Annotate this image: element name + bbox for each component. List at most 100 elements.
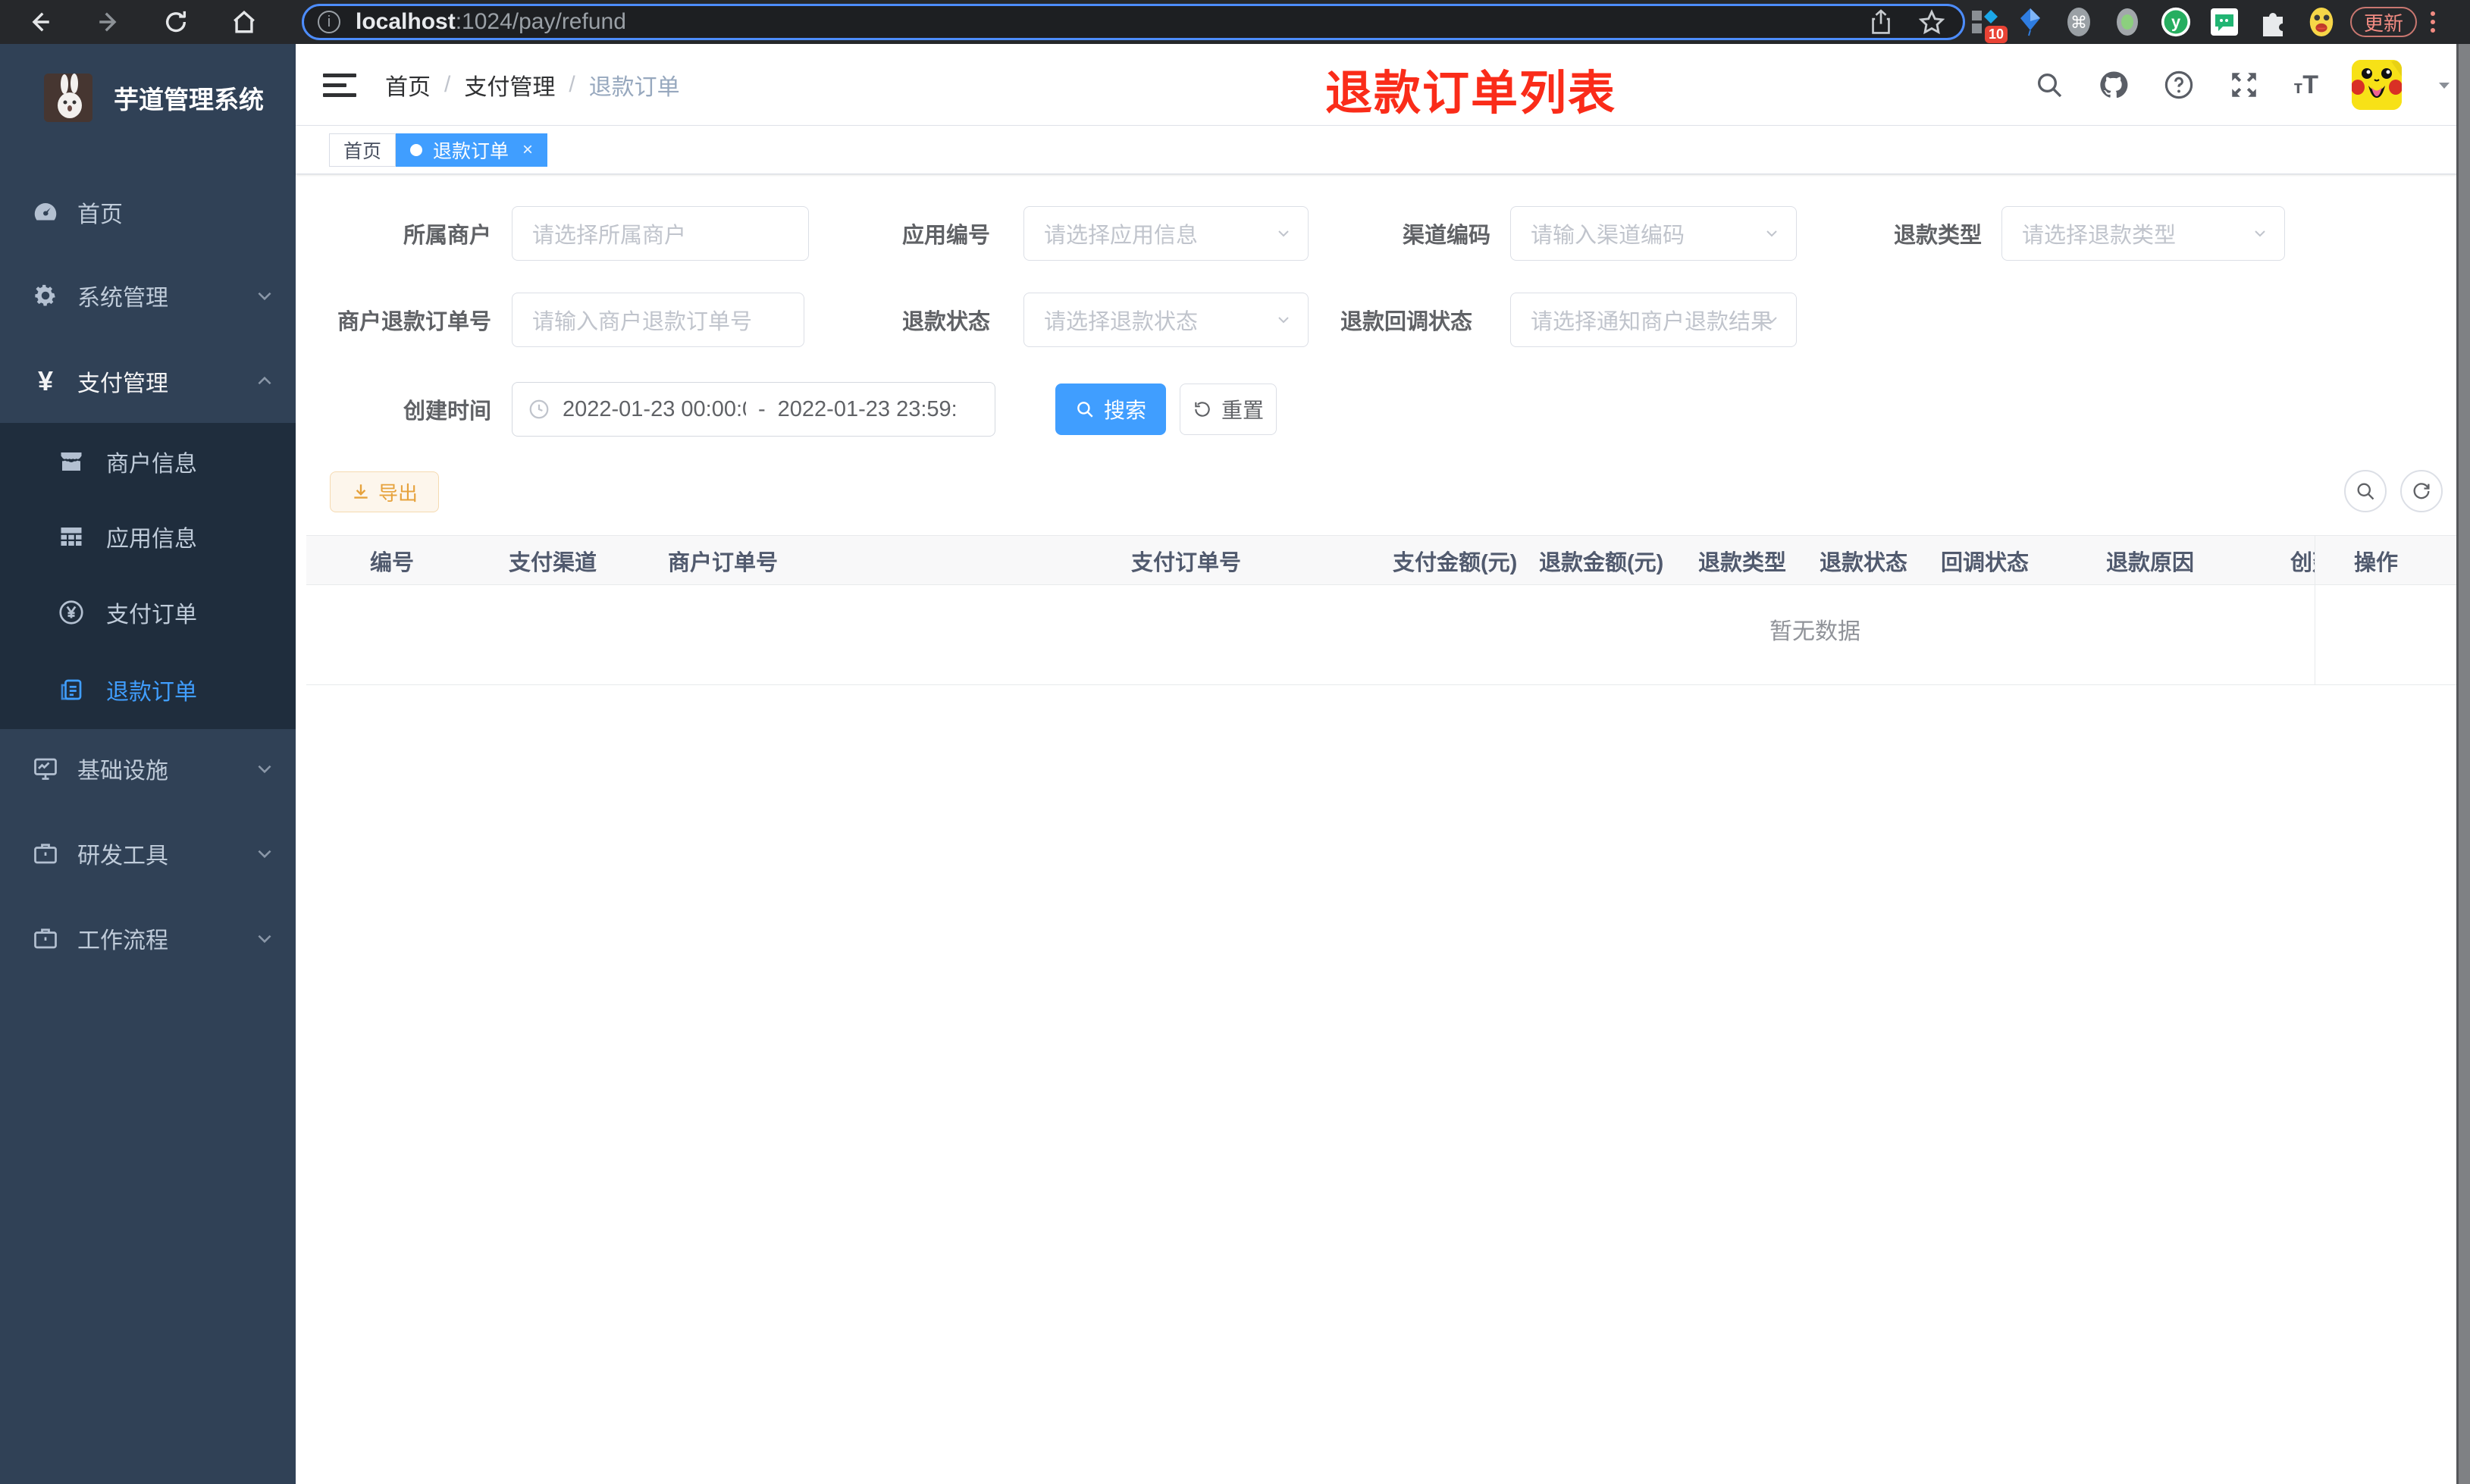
sidebar-item-app-info[interactable]: 应用信息	[0, 499, 296, 575]
col-pay-channel[interactable]: 支付渠道	[509, 536, 597, 586]
help-icon[interactable]	[2163, 69, 2195, 101]
end-date-value[interactable]: 2022-01-23 23:59:59	[778, 397, 958, 422]
sidebar-item-dev-tools[interactable]: 研发工具	[0, 812, 296, 895]
extension-dot-icon[interactable]	[2112, 7, 2142, 37]
chevron-down-icon	[255, 286, 274, 305]
svg-text:⌘: ⌘	[2070, 14, 2087, 33]
notify-status-select[interactable]: 请选择通知商户退款结果	[1510, 293, 1797, 347]
merchant-input[interactable]: 请选择所属商户	[512, 206, 809, 261]
share-icon[interactable]	[1869, 9, 1893, 35]
site-info-icon[interactable]: i	[318, 11, 340, 33]
browser-back-icon[interactable]	[21, 0, 58, 44]
sidebar-item-workflow[interactable]: 工作流程	[0, 897, 296, 980]
sidebar-item-pay-order[interactable]: 支付订单	[0, 575, 296, 650]
channel-select[interactable]: 请输入渠道编码	[1510, 206, 1797, 261]
start-date-value[interactable]: 2022-01-23 00:00:00	[563, 397, 746, 422]
col-refund-type[interactable]: 退款类型	[1698, 536, 1786, 586]
font-size-icon[interactable]: тT	[2293, 70, 2318, 100]
refresh-button[interactable]	[2400, 470, 2443, 512]
chevron-down-icon	[1274, 224, 1293, 243]
bookmark-star-icon[interactable]	[1919, 9, 1945, 35]
logo-image	[44, 74, 92, 122]
col-pay-order-no[interactable]: 支付订单号	[1131, 536, 1241, 586]
filter-label-merchant: 所属商户	[403, 224, 491, 248]
breadcrumb-home[interactable]: 首页	[385, 68, 431, 102]
extension-blocks-icon[interactable]: 10	[1970, 7, 2008, 43]
app-title: 芋道管理系统	[114, 86, 264, 114]
sidebar-item-home[interactable]: 首页	[0, 171, 296, 254]
filter-label-merchant-refund-no: 商户退款订单号	[337, 310, 491, 334]
extension-puzzle-icon[interactable]	[2258, 7, 2288, 37]
show-search-toggle-button[interactable]	[2344, 470, 2387, 512]
tag-home[interactable]: 首页	[329, 133, 397, 167]
table-empty-body: 暂无数据	[306, 585, 2458, 685]
empty-text: 暂无数据	[1769, 619, 1860, 644]
svg-text:y: y	[2171, 12, 2180, 31]
col-merchant-order-no[interactable]: 商户订单号	[668, 536, 778, 586]
header-search-icon[interactable]	[2034, 70, 2064, 100]
top-navbar: 首页 / 支付管理 / 退款订单 退款订单列表 тT	[296, 44, 2470, 126]
reset-button[interactable]: 重置	[1180, 384, 1277, 435]
extension-chat-icon[interactable]	[2209, 7, 2240, 37]
table-header-row: 编号 支付渠道 商户订单号 支付订单号 支付金额(元) 退款金额(元) 退款类型…	[306, 535, 2458, 585]
export-button[interactable]: 导出	[330, 471, 439, 512]
tag-refund-order[interactable]: 退款订单 ×	[396, 133, 548, 167]
tag-close-icon[interactable]: ×	[522, 139, 533, 161]
yen-circle-icon	[55, 599, 88, 626]
breadcrumb-payment[interactable]: 支付管理	[464, 68, 555, 102]
sidebar-item-infrastructure[interactable]: 基础设施	[0, 727, 296, 810]
sidebar-logo-row[interactable]: 芋道管理系统	[0, 64, 296, 132]
extension-command-icon[interactable]: ⌘	[2064, 7, 2094, 37]
col-refund-status[interactable]: 退款状态	[1820, 536, 1907, 586]
app-select[interactable]: 请选择应用信息	[1023, 206, 1309, 261]
browser-home-icon[interactable]	[226, 0, 262, 44]
chevron-down-icon	[1274, 311, 1293, 329]
extension-kite-icon[interactable]	[2015, 7, 2045, 37]
sidebar-item-merchant-info[interactable]: 商户信息	[0, 424, 296, 499]
avatar-caret-icon[interactable]	[2435, 76, 2453, 94]
refund-status-select[interactable]: 请选择退款状态	[1023, 293, 1309, 347]
create-time-range-picker[interactable]: 2022-01-23 00:00:00 - 2022-01-23 23:59:5…	[512, 382, 995, 437]
extension-y-icon[interactable]: y	[2161, 7, 2191, 37]
refund-type-select[interactable]: 请选择退款类型	[2001, 206, 2285, 261]
search-button[interactable]: 搜索	[1055, 384, 1166, 435]
gear-icon	[30, 282, 61, 309]
col-refund-amount[interactable]: 退款金额(元)	[1539, 536, 1663, 586]
col-pay-amount[interactable]: 支付金额(元)	[1393, 536, 1517, 586]
chevron-down-icon	[255, 759, 274, 778]
window-edge-scrollbar[interactable]	[2456, 44, 2470, 1484]
breadcrumb: 首页 / 支付管理 / 退款订单	[385, 44, 680, 126]
tags-view-bar: 首页 退款订单 ×	[296, 126, 2470, 174]
monitor-chart-icon	[30, 755, 61, 782]
fullscreen-icon[interactable]	[2228, 69, 2260, 101]
avatar[interactable]	[2352, 60, 2402, 110]
browser-reload-icon[interactable]	[158, 0, 194, 44]
chevron-down-icon	[255, 844, 274, 863]
extension-badge: 10	[1984, 26, 2008, 43]
browser-forward-icon[interactable]	[91, 0, 127, 44]
extension-emoji-icon[interactable]	[2306, 7, 2337, 37]
briefcase-icon	[30, 925, 61, 952]
merchant-refund-no-input[interactable]: 请输入商户退款订单号	[512, 293, 804, 347]
col-actions[interactable]: 操作	[2354, 536, 2398, 586]
chevron-down-icon	[255, 928, 274, 948]
filter-label-refund-type: 退款类型	[1893, 224, 1982, 248]
address-bar[interactable]: i localhost:1024/pay/refund	[302, 4, 1965, 40]
col-refund-reason[interactable]: 退款原因	[2106, 536, 2194, 586]
github-icon[interactable]	[2098, 69, 2130, 101]
sidebar-item-system[interactable]: 系统管理	[0, 254, 296, 337]
grid-icon	[55, 523, 88, 550]
filter-label-notify-status: 退款回调状态	[1340, 310, 1472, 334]
col-id[interactable]: 编号	[370, 536, 414, 586]
sidebar-toggle-icon[interactable]	[323, 68, 356, 102]
sidebar-item-refund-order[interactable]: 退款订单	[0, 652, 296, 728]
dashboard-icon	[30, 199, 61, 226]
app-window: i localhost:1024/pay/refund 10 ⌘ y 更新 芋道…	[0, 0, 2470, 1484]
yen-icon: ¥	[37, 365, 54, 396]
sidebar-item-payment[interactable]: ¥ 支付管理	[0, 340, 296, 423]
browser-update-button[interactable]: 更新	[2350, 7, 2417, 37]
browser-menu-icon[interactable]	[2428, 7, 2438, 37]
col-create-time[interactable]: 创建时间	[2290, 536, 2315, 586]
col-callback-status[interactable]: 回调状态	[1941, 536, 2029, 586]
url-text[interactable]: localhost:1024/pay/refund	[356, 9, 626, 35]
